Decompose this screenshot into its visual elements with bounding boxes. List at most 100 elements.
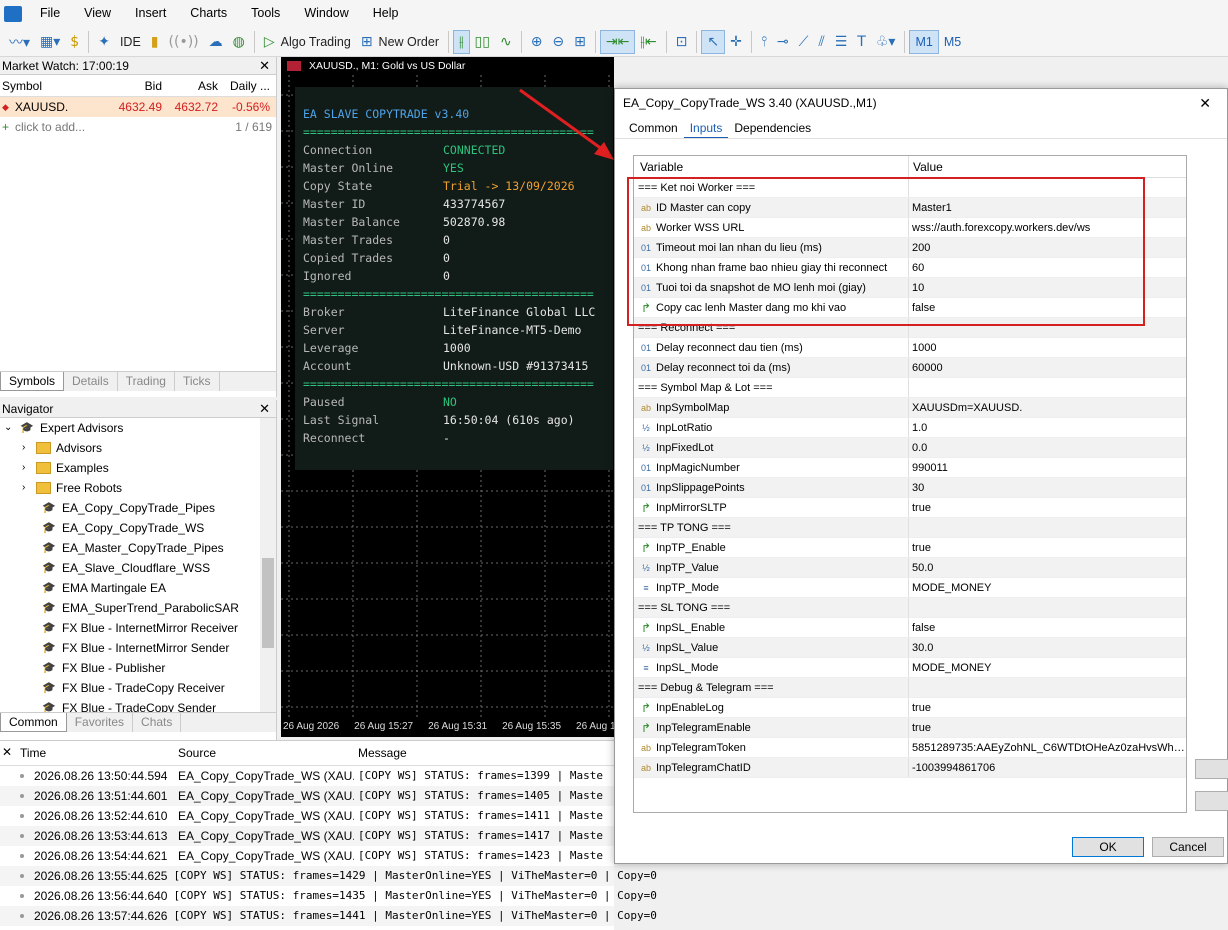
load-button[interactable] <box>1195 759 1228 779</box>
input-value[interactable]: true <box>909 538 1186 557</box>
input-value[interactable]: 990011 <box>909 458 1186 477</box>
hline-icon[interactable]: ⊸ <box>772 30 794 54</box>
col-symbol[interactable]: Symbol <box>0 75 110 96</box>
menu-insert[interactable]: Insert <box>123 0 178 27</box>
log-row[interactable]: 2026.08.26 13:56:44.640EA_Copy_CopyTrade… <box>0 886 657 906</box>
cursor-icon[interactable]: ↖ <box>701 29 726 54</box>
input-row[interactable]: ↱ InpSL_Enable false <box>634 618 1186 638</box>
input-row[interactable]: === TP TONG === <box>634 518 1186 538</box>
input-value[interactable] <box>909 378 1186 397</box>
input-row[interactable]: ≡ InpTP_Mode MODE_MONEY <box>634 578 1186 598</box>
col-time[interactable]: Time <box>20 741 176 765</box>
col-daily[interactable]: Daily ... <box>218 75 274 96</box>
globe-icon[interactable]: ◍ <box>228 30 250 54</box>
log-row[interactable]: 2026.08.26 13:50:44.594 EA_Copy_CopyTrade… <box>0 766 614 786</box>
shapes-icon[interactable]: ♧▾ <box>871 30 901 54</box>
col-source[interactable]: Source <box>176 741 354 765</box>
tree-folder-advisors[interactable]: › Advisors <box>0 438 276 458</box>
log-row[interactable]: 2026.08.26 13:52:44.610 EA_Copy_CopyTrade… <box>0 806 614 826</box>
grid-icon[interactable]: ⊞ <box>569 30 591 54</box>
tree-item[interactable]: 🎓 EA_Master_CopyTrade_Pipes <box>0 538 276 558</box>
tree-item[interactable]: 🎓 EA_Slave_Cloudflare_WSS <box>0 558 276 578</box>
cloud-icon[interactable]: ☁ <box>204 30 228 54</box>
menu-window[interactable]: Window <box>292 0 360 27</box>
menu-view[interactable]: View <box>72 0 123 27</box>
input-row[interactable]: === Symbol Map & Lot === <box>634 378 1186 398</box>
menu-help[interactable]: Help <box>361 0 411 27</box>
input-row[interactable]: ≡ InpSL_Mode MODE_MONEY <box>634 658 1186 678</box>
menu-file[interactable]: File <box>28 0 72 27</box>
input-row[interactable]: ↱ InpTP_Enable true <box>634 538 1186 558</box>
input-value[interactable]: 1000 <box>909 338 1186 357</box>
input-value[interactable]: 60000 <box>909 358 1186 377</box>
input-row[interactable]: ab InpSymbolMap XAUUSDm=XAUUSD. <box>634 398 1186 418</box>
col-value[interactable]: Value <box>909 156 1186 177</box>
input-row[interactable]: ½ InpLotRatio 1.0 <box>634 418 1186 438</box>
tab-chats[interactable]: Chats <box>133 713 182 732</box>
tree-item[interactable]: 🎓 FX Blue - Publisher <box>0 658 276 678</box>
tab-common[interactable]: Common <box>623 117 684 138</box>
new-order-button[interactable]: ⊞ New Order <box>356 30 444 54</box>
fibo-icon[interactable]: ☰ <box>830 30 853 54</box>
log-row[interactable]: 2026.08.26 13:53:44.613 EA_Copy_CopyTrade… <box>0 826 614 846</box>
crosshair-icon[interactable]: ✛ <box>725 30 747 54</box>
input-row[interactable]: === Debug & Telegram === <box>634 678 1186 698</box>
tree-folder-examples[interactable]: › Examples <box>0 458 276 478</box>
tab-dependencies[interactable]: Dependencies <box>728 117 817 138</box>
input-value[interactable]: -1003994861706 <box>909 758 1186 777</box>
tab-ticks[interactable]: Ticks <box>175 372 220 391</box>
input-row[interactable]: ½ InpTP_Value 50.0 <box>634 558 1186 578</box>
input-value[interactable]: 0.0 <box>909 438 1186 457</box>
tab-favorites[interactable]: Favorites <box>67 713 134 732</box>
cancel-button[interactable]: Cancel <box>1152 837 1224 857</box>
ide-button[interactable]: IDE <box>115 30 146 54</box>
input-row[interactable]: ½ InpFixedLot 0.0 <box>634 438 1186 458</box>
templates-icon[interactable]: ▦▾ <box>35 30 65 54</box>
scrollbar-thumb[interactable] <box>262 558 274 648</box>
screenshot-icon[interactable]: ⊡ <box>671 30 693 54</box>
bar-chart-icon[interactable]: ⫲ <box>452 29 470 54</box>
chart-shift-icon[interactable]: ⫲⇤ <box>635 30 661 54</box>
log-row[interactable]: 2026.08.26 13:55:44.625EA_Copy_CopyTrade… <box>0 866 657 886</box>
col-message[interactable]: Message <box>354 741 407 765</box>
tab-inputs[interactable]: Inputs <box>683 117 729 138</box>
tab-common[interactable]: Common <box>0 713 67 732</box>
menu-charts[interactable]: Charts <box>178 0 239 27</box>
input-row[interactable]: 01 InpMagicNumber 990011 <box>634 458 1186 478</box>
input-row[interactable]: ↱ InpTelegramEnable true <box>634 718 1186 738</box>
ok-button[interactable]: OK <box>1072 837 1144 857</box>
input-value[interactable]: MODE_MONEY <box>909 578 1186 597</box>
input-row[interactable]: ab InpTelegramChatID -1003994861706 <box>634 758 1186 778</box>
close-icon[interactable]: ✕ <box>1199 89 1227 117</box>
tree-item[interactable]: 🎓 EMA Martingale EA <box>0 578 276 598</box>
candles-icon[interactable]: ▯▯ <box>470 30 495 54</box>
vline-icon[interactable]: ⫯ <box>756 30 772 54</box>
autoscroll-icon[interactable]: ⇥⇤ <box>599 29 636 54</box>
tree-item[interactable]: 🎓 EA_Copy_CopyTrade_Pipes <box>0 498 276 518</box>
input-row[interactable]: 01 Delay reconnect dau tien (ms) 1000 <box>634 338 1186 358</box>
input-value[interactable] <box>909 678 1186 697</box>
zoom-in-icon[interactable]: ⊕ <box>526 30 548 54</box>
input-value[interactable]: 5851289735:AAEyZohNL_C6WTDtOHeAz0zaHvsWh… <box>909 738 1186 757</box>
symbol-row[interactable]: ◆ XAUUSD. 4632.49 4632.72 -0.56% <box>0 97 276 117</box>
input-row[interactable]: ↱ InpEnableLog true <box>634 698 1186 718</box>
tree-expert-advisors[interactable]: ⌄ 🎓 Expert Advisors <box>0 418 276 438</box>
col-ask[interactable]: Ask <box>162 75 218 96</box>
input-value[interactable]: true <box>909 498 1186 517</box>
tree-item[interactable]: 🎓 FX Blue - TradeCopy Receiver <box>0 678 276 698</box>
menu-tools[interactable]: Tools <box>239 0 292 27</box>
tab-details[interactable]: Details <box>64 372 118 391</box>
algo-trading-button[interactable]: ▷ Algo Trading <box>259 30 356 54</box>
log-row[interactable]: 2026.08.26 13:54:44.621 EA_Copy_CopyTrade… <box>0 846 614 866</box>
sparkle-icon[interactable]: ✦ <box>93 30 115 54</box>
add-symbol-row[interactable]: + click to add... 1 / 619 <box>0 117 276 137</box>
tree-item[interactable]: 🎓 FX Blue - InternetMirror Receiver <box>0 618 276 638</box>
tab-symbols[interactable]: Symbols <box>0 372 65 391</box>
input-row[interactable]: === SL TONG === <box>634 598 1186 618</box>
text-icon[interactable]: T <box>852 30 871 54</box>
channel-icon[interactable]: ⫽ <box>813 30 829 54</box>
close-icon[interactable]: ✕ <box>259 400 276 417</box>
input-row[interactable]: 01 InpSlippagePoints 30 <box>634 478 1186 498</box>
log-row[interactable]: 2026.08.26 13:57:44.626EA_Copy_CopyTrade… <box>0 906 657 926</box>
input-row[interactable]: ab InpTelegramToken 5851289735:AAEyZohNL_C… <box>634 738 1186 758</box>
